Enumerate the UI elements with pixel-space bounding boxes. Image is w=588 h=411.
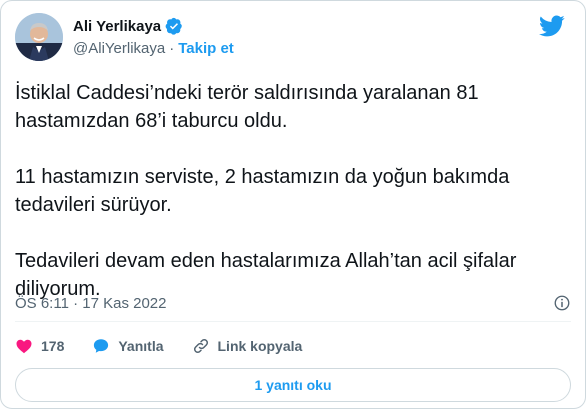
name-row: Ali Yerlikaya <box>73 17 183 35</box>
tweet-timestamp[interactable]: ÖS 6:11 · 17 Kas 2022 <box>15 295 167 312</box>
tweet-paragraph: 11 hastamızın serviste, 2 hastamızın da … <box>15 166 510 216</box>
tweet-paragraph: İstiklal Caddesi’ndeki terör saldırısınd… <box>15 82 479 132</box>
author-handle[interactable]: @AliYerlikaya <box>73 40 165 57</box>
speech-bubble-icon <box>94 339 109 353</box>
heart-icon <box>16 339 32 354</box>
separator-dot: · <box>169 40 175 57</box>
twitter-bird-icon[interactable] <box>539 13 565 39</box>
copy-link-button[interactable]: Link kopyala <box>192 337 303 355</box>
follow-button[interactable]: Takip et <box>178 40 234 57</box>
copy-link-label: Link kopyala <box>217 338 303 354</box>
info-icon[interactable] <box>553 294 571 312</box>
tweet-card: Ali Yerlikaya @AliYerlikaya · Takip et İ… <box>0 0 586 409</box>
read-replies-button[interactable]: 1 yanıtı oku <box>15 368 571 402</box>
handle-row: @AliYerlikaya · Takip et <box>73 40 234 57</box>
like-count: 178 <box>41 338 65 354</box>
tweet-meta: ÖS 6:11 · 17 Kas 2022 <box>15 291 571 315</box>
link-icon <box>193 338 208 354</box>
reply-button[interactable]: Yanıtla <box>92 337 164 355</box>
avatar[interactable] <box>15 13 63 61</box>
reply-label: Yanıtla <box>118 338 164 354</box>
action-bar: 178 Yanıtla Link kopyala <box>15 331 302 361</box>
avatar-image <box>15 13 63 61</box>
tweet-header: Ali Yerlikaya @AliYerlikaya · Takip et <box>15 13 571 65</box>
verified-badge-icon <box>165 17 182 35</box>
divider <box>15 321 571 322</box>
like-button[interactable]: 178 <box>15 337 64 355</box>
tweet-text: İstiklal Caddesi’ndeki terör saldırısınd… <box>15 79 565 303</box>
author-name[interactable]: Ali Yerlikaya <box>73 18 161 35</box>
